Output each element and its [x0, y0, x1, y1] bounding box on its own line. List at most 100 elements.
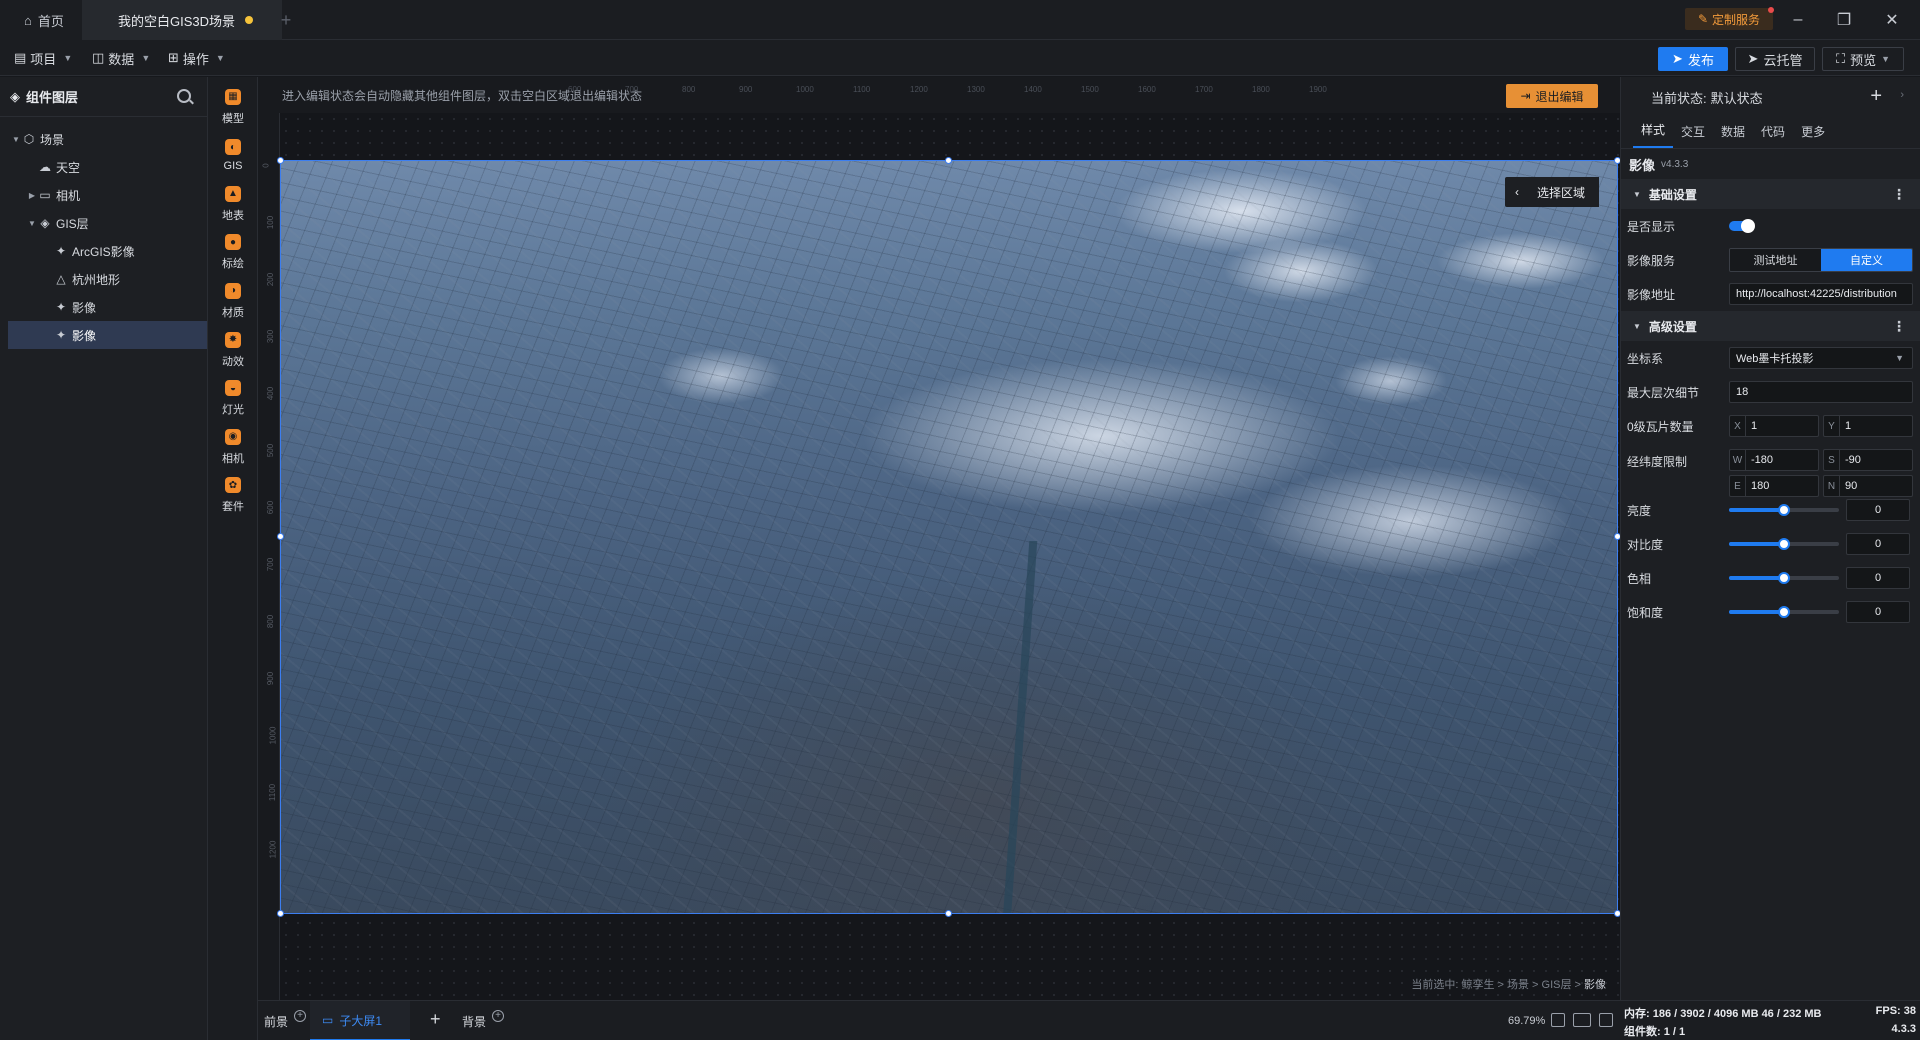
resize-handle-l[interactable] [277, 533, 284, 540]
custom-service-button[interactable]: ✎ 定制服务 [1685, 7, 1774, 30]
tab-sub-screen-1[interactable]: ▭ 子大屏1 [310, 1001, 410, 1040]
x-prefix: X [1730, 416, 1746, 436]
exit-edit-button[interactable]: ⇥ 退出编辑 [1506, 84, 1598, 108]
tree-item[interactable]: ▶ ▭ 相机 [0, 181, 207, 209]
caret-right-icon[interactable]: ▶ [26, 191, 38, 200]
tree-item[interactable]: ✦ 影像 [8, 321, 207, 349]
component-surface[interactable]: ▲ 地表 [208, 180, 258, 228]
tiles-y-input[interactable]: Y1 [1823, 415, 1913, 437]
terminal-icon[interactable] [1599, 1013, 1613, 1027]
maxlevel-input[interactable]: 18 [1729, 381, 1913, 403]
tree-item[interactable]: △ 杭州地形 [0, 265, 207, 293]
background-tab[interactable]: 背景 + [462, 1009, 505, 1030]
fit-screen-icon[interactable] [1551, 1013, 1565, 1027]
minimize-button[interactable]: – [1786, 8, 1810, 32]
cloud-host-button[interactable]: ➤ 云托管 [1735, 47, 1815, 71]
adjust-slider[interactable] [1729, 538, 1839, 550]
notification-dot-icon [1768, 7, 1774, 13]
component-effect[interactable]: ✸ 动效 [208, 326, 258, 374]
chevron-right-icon[interactable]: › [1900, 89, 1904, 101]
canvas-area[interactable]: 进入编辑状态会自动隐藏其他组件图层，双击空白区域退出编辑状态 600 700 800… [258, 77, 1620, 1000]
caret-down-icon[interactable]: ▼ [10, 135, 22, 144]
resize-handle-bl[interactable] [277, 910, 284, 917]
add-foreground-icon[interactable]: + [294, 1009, 307, 1022]
tab-2[interactable]: 数据 [1713, 123, 1753, 148]
service-option-test[interactable]: 测试地址 [1730, 249, 1821, 271]
resize-handle-b[interactable] [945, 910, 952, 917]
basic-settings-section[interactable]: ▼ 基础设置 ⋮ [1621, 179, 1920, 209]
component-camera[interactable]: ◉ 相机 [208, 423, 258, 471]
more-vert-icon[interactable]: ⋮ [1892, 318, 1906, 335]
more-vert-icon[interactable]: ⋮ [1892, 186, 1906, 203]
preview-button[interactable]: ⛶ 预览 ▼ [1822, 47, 1904, 71]
adjust-slider[interactable] [1729, 572, 1839, 584]
slider-knob[interactable] [1778, 572, 1790, 584]
crs-select[interactable]: Web墨卡托投影 ▼ [1729, 347, 1913, 369]
add-state-button[interactable]: + [1870, 85, 1882, 108]
tab-1[interactable]: 交互 [1673, 123, 1713, 148]
light-icon: ◒ [225, 380, 241, 397]
resize-handle-t[interactable] [945, 157, 952, 164]
tree-item-label: 天空 [56, 160, 81, 175]
tree-item-label: 影像 [72, 328, 97, 343]
slider-knob[interactable] [1778, 606, 1790, 618]
keyboard-icon[interactable] [1573, 1013, 1591, 1027]
publish-button[interactable]: ➤ 发布 [1658, 47, 1728, 71]
tab-4[interactable]: 更多 [1793, 123, 1833, 148]
foreground-label: 前景 [264, 1015, 289, 1029]
slider-value-input[interactable]: 0 [1846, 533, 1910, 555]
tab-project[interactable]: 我的空白GIS3D场景 [82, 0, 282, 40]
tab-0[interactable]: 样式 [1633, 121, 1674, 148]
menu-project[interactable]: ▤ 项目 ▼ [14, 48, 72, 68]
gis-scene-viewport[interactable] [280, 160, 1618, 914]
bounds-w-input[interactable]: W -180 [1729, 449, 1819, 471]
tree-item[interactable]: ☁ 天空 [0, 153, 207, 181]
url-input[interactable]: http://localhost:42225/distribution [1729, 283, 1913, 305]
tree-item[interactable]: ✦ 影像 [0, 293, 207, 321]
slider-row: 对比度 0 [1621, 527, 1920, 561]
state-value[interactable]: 默认状态 [1711, 88, 1763, 107]
component-light[interactable]: ◒ 灯光 [208, 375, 258, 423]
component-pin[interactable]: ● 标绘 [208, 229, 258, 277]
visible-toggle[interactable] [1729, 219, 1755, 233]
tree-item[interactable]: ▼ ◈ GIS层 [0, 209, 207, 237]
advanced-settings-section[interactable]: ▼ 高级设置 ⋮ [1621, 311, 1920, 341]
component-kit[interactable]: ✿ 套件 [208, 472, 258, 520]
foreground-tab[interactable]: 前景 + [264, 1009, 307, 1030]
slider-value-input[interactable]: 0 [1846, 567, 1910, 589]
slider-knob[interactable] [1778, 538, 1790, 550]
tab-3[interactable]: 代码 [1753, 123, 1793, 148]
adjust-slider[interactable] [1729, 504, 1839, 516]
search-icon[interactable] [177, 89, 191, 103]
sky-icon: ☁ [39, 160, 51, 174]
tree-item[interactable]: ▼ ⬡ 场景 [0, 125, 207, 153]
tab-home[interactable]: ⌂ 首页 [0, 0, 82, 40]
service-option-custom[interactable]: 自定义 [1821, 249, 1912, 271]
adjust-slider[interactable] [1729, 606, 1839, 618]
component-globe[interactable]: ◐ GIS [208, 132, 258, 180]
scene-icon: ⬡ [23, 132, 35, 146]
tiles-x-input[interactable]: X1 [1729, 415, 1819, 437]
tree-item[interactable]: ✦ ArcGIS影像 [0, 237, 207, 265]
slider-value-input[interactable]: 0 [1846, 499, 1910, 521]
slider-knob[interactable] [1778, 504, 1790, 516]
restore-button[interactable]: ❐ [1832, 8, 1856, 32]
close-button[interactable]: ✕ [1880, 8, 1904, 32]
component-model[interactable]: ▦ 模型 [208, 83, 258, 131]
add-screen-button[interactable]: + [430, 1009, 441, 1030]
menu-operation[interactable]: ⊞ 操作 ▼ [168, 48, 225, 68]
screen-tabs-bar: 前景 + ▭ 子大屏1 + 背景 + 69.79% [258, 1000, 1620, 1040]
select-area-button[interactable]: ‹ 选择区域 [1505, 177, 1599, 207]
new-tab-button[interactable]: + [276, 0, 296, 40]
bounds-s-value: -90 [1845, 454, 1861, 466]
zoom-level[interactable]: 69.79% [1508, 1015, 1545, 1027]
caret-down-icon[interactable]: ▼ [26, 219, 38, 228]
resize-handle-tl[interactable] [277, 157, 284, 164]
layers-panel-title: 组件图层 [26, 90, 79, 105]
ruler-tick-label: 600 [266, 500, 276, 515]
bounds-s-input[interactable]: S -90 [1823, 449, 1913, 471]
add-background-icon[interactable]: + [492, 1009, 505, 1022]
slider-value-input[interactable]: 0 [1846, 601, 1910, 623]
menu-data[interactable]: ◫ 数据 ▼ [92, 48, 150, 68]
component-material[interactable]: ◑ 材质 [208, 277, 258, 325]
